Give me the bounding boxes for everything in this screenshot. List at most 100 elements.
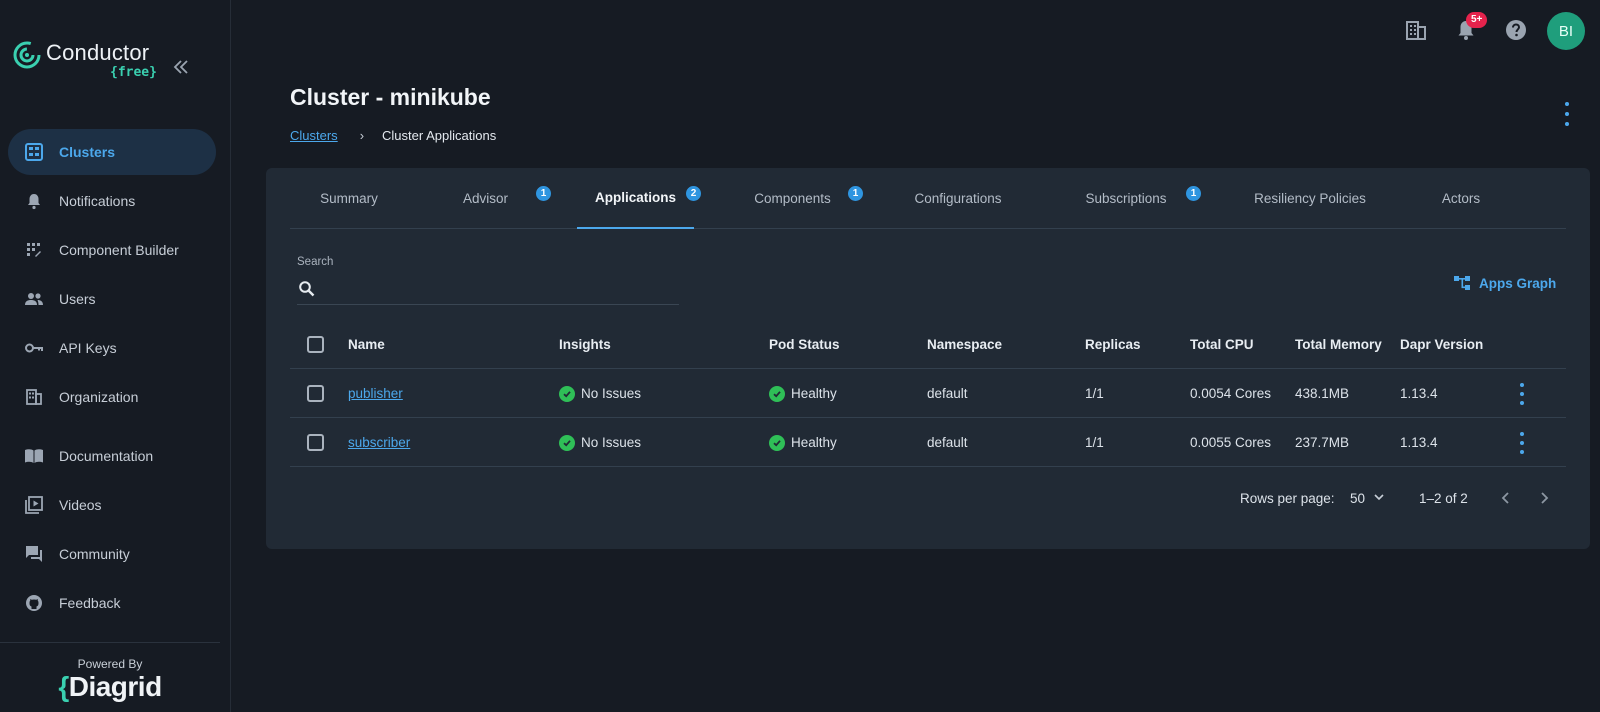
row-checkbox[interactable]: [307, 385, 324, 402]
sidebar-item-label: Component Builder: [59, 242, 179, 258]
replicas-cell: 1/1: [1085, 435, 1104, 450]
dapr-version-cell: 1.13.4: [1400, 435, 1438, 450]
search-label: Search: [297, 256, 334, 268]
diagrid-logo[interactable]: {Diagrid: [0, 671, 220, 703]
tab-subscriptions-badge: 1: [1186, 186, 1201, 201]
tab-label: Resiliency Policies: [1254, 191, 1366, 206]
plan-badge: {free}: [110, 65, 157, 80]
insights-text: No Issues: [581, 386, 642, 401]
sidebar-item-label: Documentation: [59, 448, 154, 464]
rows-per-page-select[interactable]: 50: [1350, 488, 1385, 508]
rows-per-page-label: Rows per page:: [1240, 490, 1335, 506]
column-header-name[interactable]: Name: [348, 320, 385, 369]
pod-status-text: Healthy: [791, 386, 837, 401]
tab-advisor-badge: 1: [536, 186, 551, 201]
check-circle-icon: [769, 385, 785, 402]
table-row: publisher No Issues Healthy default 1/1 …: [290, 369, 1566, 418]
table-row: subscriber No Issues Healthy default 1/1…: [290, 418, 1566, 467]
tab-label: Summary: [320, 191, 378, 206]
apps-graph-button[interactable]: Apps Graph: [1453, 274, 1556, 292]
sidebar-item-api-keys[interactable]: API Keys: [8, 325, 216, 371]
clusters-icon: [24, 142, 44, 162]
search-field: [297, 273, 679, 305]
dapr-version-cell: 1.13.4: [1400, 386, 1438, 401]
row-checkbox[interactable]: [307, 434, 324, 451]
table-pagination: Rows per page: 50 1–2 of 2: [266, 488, 1590, 508]
sidebar-item-label: Notifications: [59, 193, 136, 209]
row-actions-cell: [1516, 418, 1528, 467]
builder-icon: [24, 240, 44, 260]
diagrid-logo-curly: {: [58, 671, 69, 702]
book-icon: [24, 446, 44, 466]
rows-per-page-value: 50: [1350, 490, 1366, 506]
next-page-icon[interactable]: [1536, 488, 1552, 508]
insights-cell: No Issues: [559, 418, 641, 467]
sidebar: Conductor {free} Clusters Notifications …: [0, 0, 231, 712]
column-header-total-cpu[interactable]: Total CPU: [1190, 320, 1254, 369]
conductor-logo[interactable]: Conductor {free}: [12, 40, 157, 80]
sidebar-item-clusters[interactable]: Clusters: [8, 129, 216, 175]
apps-graph-label: Apps Graph: [1479, 275, 1557, 291]
sidebar-item-users[interactable]: Users: [8, 276, 216, 322]
help-icon[interactable]: [1504, 18, 1528, 42]
breadcrumb-current: Cluster Applications: [382, 128, 497, 143]
tab-components-badge: 1: [848, 186, 863, 201]
sidebar-item-documentation[interactable]: Documentation: [8, 433, 216, 479]
column-header-pod-status[interactable]: Pod Status: [769, 320, 840, 369]
column-header-namespace[interactable]: Namespace: [927, 320, 1002, 369]
total-cpu-cell: 0.0054 Cores: [1190, 386, 1272, 401]
tab-applications-badge: 2: [686, 186, 701, 201]
insights-text: No Issues: [581, 435, 642, 450]
sidebar-item-videos[interactable]: Videos: [8, 482, 216, 528]
organization-switch-icon[interactable]: [1404, 18, 1428, 42]
breadcrumb-clusters-link[interactable]: Clusters: [290, 128, 338, 143]
sidebar-item-organization[interactable]: Organization: [8, 374, 216, 420]
tab-label: Components: [754, 191, 831, 206]
column-header-replicas[interactable]: Replicas: [1085, 320, 1141, 369]
app-name-link[interactable]: subscriber: [348, 435, 410, 450]
graph-icon: [1453, 274, 1471, 292]
sidebar-item-label: Organization: [59, 389, 139, 405]
sidebar-item-notifications[interactable]: Notifications: [8, 178, 216, 224]
tab-applications[interactable]: Applications: [577, 168, 694, 229]
sidebar-item-feedback[interactable]: Feedback: [8, 580, 216, 626]
pod-status-cell: Healthy: [769, 418, 837, 467]
applications-table: Name Insights Pod Status Namespace Repli…: [290, 320, 1566, 467]
select-all-checkbox[interactable]: [307, 336, 324, 353]
check-circle-icon: [559, 385, 575, 402]
diagrid-logo-text: Diagrid: [68, 671, 162, 702]
chat-icon: [24, 544, 44, 564]
user-avatar[interactable]: BI: [1547, 12, 1585, 50]
tab-actors[interactable]: Actors: [1406, 168, 1516, 229]
chevron-down-icon: [1373, 491, 1385, 506]
row-more-options-icon[interactable]: [1516, 382, 1528, 405]
powered-by-text: Powered By: [77, 657, 143, 671]
row-select-cell: [307, 418, 324, 467]
column-header-dapr-version[interactable]: Dapr Version: [1400, 320, 1483, 369]
row-more-options-icon[interactable]: [1516, 431, 1528, 454]
check-circle-icon: [769, 434, 785, 451]
app-name-link[interactable]: publisher: [348, 386, 403, 401]
search-icon: [298, 280, 316, 298]
page-title: Cluster - minikube: [290, 84, 491, 110]
sidebar-item-community[interactable]: Community: [8, 531, 216, 577]
pod-status-text: Healthy: [791, 435, 837, 450]
column-header-insights[interactable]: Insights: [559, 320, 611, 369]
sidebar-item-component-builder[interactable]: Component Builder: [8, 227, 216, 273]
github-icon: [24, 593, 44, 613]
namespace-cell: default: [927, 386, 968, 401]
collapse-sidebar-icon[interactable]: [170, 56, 192, 78]
conductor-logo-icon: [12, 40, 42, 70]
sidebar-item-label: API Keys: [59, 340, 117, 356]
column-header-total-memory[interactable]: Total Memory: [1295, 320, 1382, 369]
tab-label: Subscriptions: [1085, 191, 1167, 206]
tab-configurations[interactable]: Configurations: [878, 168, 1038, 229]
tab-resiliency-policies[interactable]: Resiliency Policies: [1214, 168, 1406, 229]
cluster-tabs: Summary Advisor 1 Applications 2 Compone…: [290, 168, 1566, 229]
search-input[interactable]: [324, 281, 664, 296]
previous-page-icon[interactable]: [1498, 488, 1514, 508]
page-more-options-icon[interactable]: [1561, 102, 1573, 126]
tab-summary[interactable]: Summary: [290, 168, 408, 229]
sidebar-item-label: Clusters: [59, 144, 116, 160]
organization-icon: [24, 387, 44, 407]
